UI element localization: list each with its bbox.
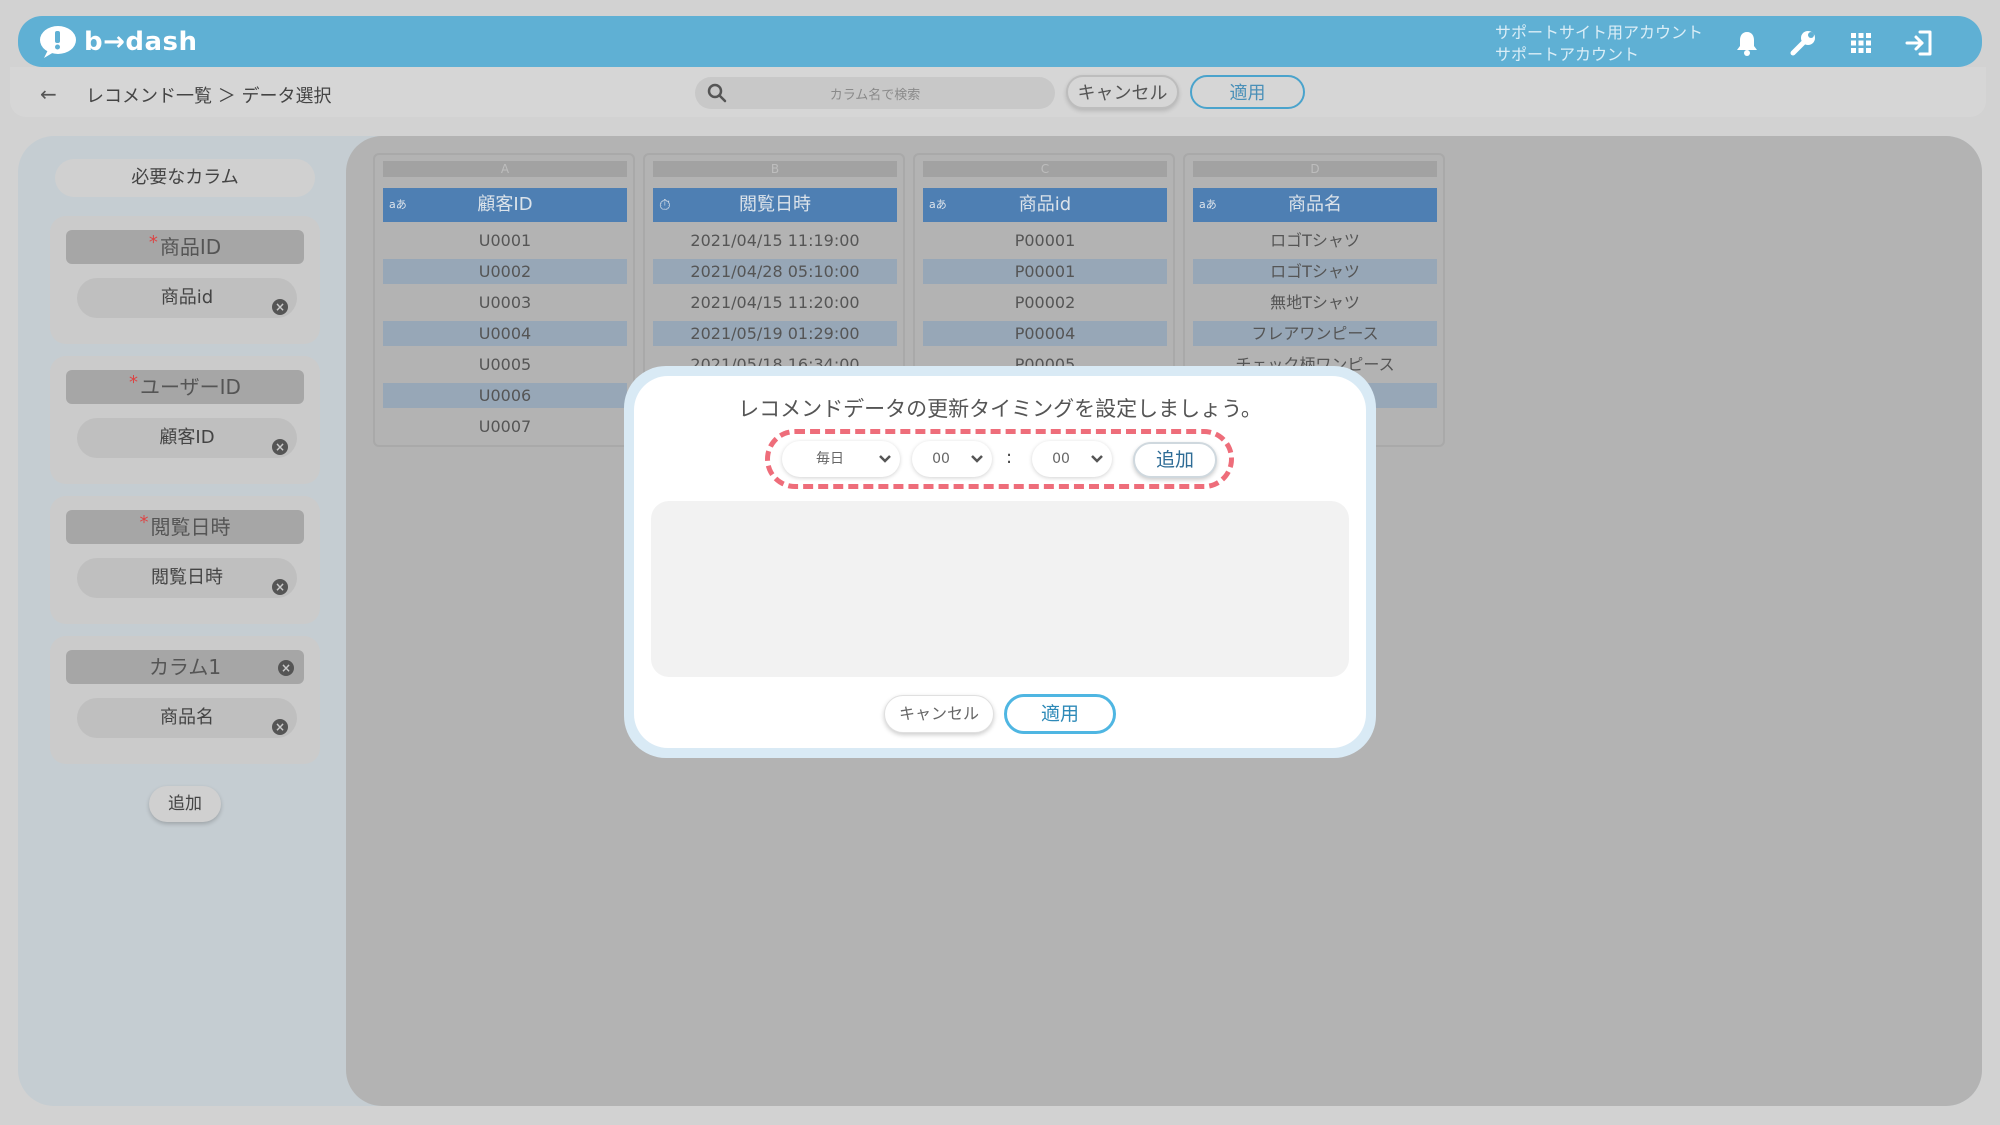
table-cell: 無地Tシャツ	[1270, 293, 1360, 312]
account-info[interactable]: サポートサイト用アカウント サポートアカウント	[1495, 22, 1703, 66]
table-column-a: A aあ 顧客ID U0001 U0002 U0003 U0004 U0005 U…	[373, 153, 635, 447]
column-header[interactable]: aあ 商品名	[1193, 188, 1437, 222]
required-marker: *	[139, 512, 149, 533]
chevron-down-icon	[1091, 455, 1103, 463]
column-header-label: 顧客ID	[477, 194, 533, 215]
table-cell: U0005	[478, 355, 532, 374]
column-header[interactable]: aあ 顧客ID	[383, 188, 627, 222]
hour-value: 00	[932, 451, 950, 467]
table-cell: 2021/04/28 05:10:00	[653, 259, 897, 284]
table-cell: U0002	[383, 259, 627, 284]
column-card-header: * ユーザーID	[66, 370, 304, 404]
table-cell: ロゴTシャツ	[1193, 259, 1437, 284]
column-slot-value: 閲覧日時	[151, 567, 223, 588]
column-card-label: カラム1	[148, 655, 222, 679]
table-cell: P00001	[1014, 231, 1076, 250]
logout-icon[interactable]	[1902, 26, 1936, 60]
minute-value: 00	[1052, 451, 1070, 467]
cancel-button[interactable]: キャンセル	[1066, 75, 1179, 109]
table-cell: U0004	[383, 321, 627, 346]
column-card-label: 商品ID	[159, 235, 222, 259]
time-separator: :	[1006, 447, 1013, 468]
wrench-icon[interactable]	[1786, 26, 1820, 60]
column-letter: B	[653, 161, 897, 177]
modal-apply-button[interactable]: 適用	[1004, 694, 1116, 734]
column-card-viewed-at: * 閲覧日時 閲覧日時 ×	[50, 496, 320, 624]
column-slot[interactable]: 商品名	[77, 698, 297, 738]
search-placeholder: カラム名で検索	[829, 88, 921, 103]
breadcrumb: レコメンド一覧 ＞ データ選択	[86, 86, 332, 107]
text-type-icon: aあ	[929, 198, 947, 211]
column-card-column1: カラム1 × 商品名 ×	[50, 636, 320, 764]
table-cell: ロゴTシャツ	[1270, 231, 1360, 250]
hour-select[interactable]: 00	[912, 441, 992, 477]
remove-icon[interactable]: ×	[272, 579, 288, 595]
column-header-label: 商品名	[1288, 194, 1342, 215]
column-letter: A	[383, 161, 627, 177]
column-header-label: 閲覧日時	[739, 194, 811, 215]
table-cell: 2021/04/15 11:19:00	[690, 231, 860, 250]
column-slot-value: 商品id	[160, 287, 214, 308]
clock-icon: ⏱	[659, 196, 671, 214]
column-card-label: 閲覧日時	[150, 515, 231, 539]
table-cell: U0003	[478, 293, 532, 312]
table-cell: フレアワンピース	[1193, 321, 1437, 346]
column-letter: D	[1193, 161, 1437, 177]
column-card-header: * 商品ID	[66, 230, 304, 264]
table-cell: 2021/05/19 01:29:00	[653, 321, 897, 346]
column-card-user-id: * ユーザーID 顧客ID ×	[50, 356, 320, 484]
column-card-header: * 閲覧日時	[66, 510, 304, 544]
table-cell: 2021/04/15 11:20:00	[690, 293, 860, 312]
add-timing-button[interactable]: 追加	[1133, 442, 1217, 478]
required-marker: *	[148, 232, 158, 253]
logo-text: b→dash	[84, 27, 198, 57]
column-search-input[interactable]: カラム名で検索	[695, 77, 1055, 109]
account-line-1: サポートサイト用アカウント	[1495, 23, 1704, 42]
remove-column-icon[interactable]: ×	[278, 660, 294, 676]
column-slot[interactable]: 顧客ID	[77, 418, 297, 458]
column-letter: C	[923, 161, 1167, 177]
remove-icon[interactable]: ×	[272, 299, 288, 315]
table-cell: P00001	[923, 259, 1167, 284]
table-cell: P00004	[923, 321, 1167, 346]
remove-icon[interactable]: ×	[272, 719, 288, 735]
apply-button[interactable]: 適用	[1190, 75, 1305, 109]
column-card-header: カラム1	[66, 650, 304, 684]
modal-title: レコメンドデータの更新タイミングを設定しましょう。	[738, 397, 1262, 421]
column-header[interactable]: ⏱ 閲覧日時	[653, 188, 897, 222]
text-type-icon: aあ	[1199, 198, 1217, 211]
modal-cancel-button[interactable]: キャンセル	[884, 695, 994, 733]
chevron-down-icon	[971, 455, 983, 463]
required-columns-title: 必要なカラム	[55, 159, 315, 197]
grid-icon[interactable]	[1844, 26, 1878, 60]
chevron-down-icon	[879, 455, 891, 463]
table-cell: U0006	[383, 383, 627, 408]
back-arrow-icon[interactable]: ←	[40, 82, 57, 106]
text-type-icon: aあ	[389, 198, 407, 211]
column-slot-value: 商品名	[160, 707, 214, 728]
table-cell: P00002	[1014, 293, 1076, 312]
column-slot[interactable]: 商品id	[77, 278, 297, 318]
column-header[interactable]: aあ 商品id	[923, 188, 1167, 222]
frequency-select[interactable]: 毎日	[782, 441, 900, 477]
column-slot-value: 顧客ID	[159, 427, 215, 448]
column-slot[interactable]: 閲覧日時	[77, 558, 297, 598]
remove-icon[interactable]: ×	[272, 439, 288, 455]
bell-icon[interactable]	[1730, 26, 1764, 60]
timing-list-area	[651, 501, 1349, 677]
account-line-2: サポートアカウント	[1495, 45, 1640, 64]
top-header: b→dash サポートサイト用アカウント サポートアカウント	[18, 16, 1982, 67]
required-marker: *	[129, 372, 139, 393]
add-column-button[interactable]: 追加	[149, 786, 221, 822]
app-logo[interactable]: b→dash	[38, 22, 198, 62]
logo-bubble-icon	[40, 26, 76, 58]
column-card-product-id: * 商品ID 商品id ×	[50, 216, 320, 344]
column-header-label: 商品id	[1018, 194, 1072, 215]
minute-select[interactable]: 00	[1032, 441, 1112, 477]
column-card-label: ユーザーID	[140, 375, 241, 399]
frequency-value: 毎日	[816, 451, 844, 467]
table-cell: U0007	[478, 417, 532, 436]
table-cell: U0001	[478, 231, 532, 250]
